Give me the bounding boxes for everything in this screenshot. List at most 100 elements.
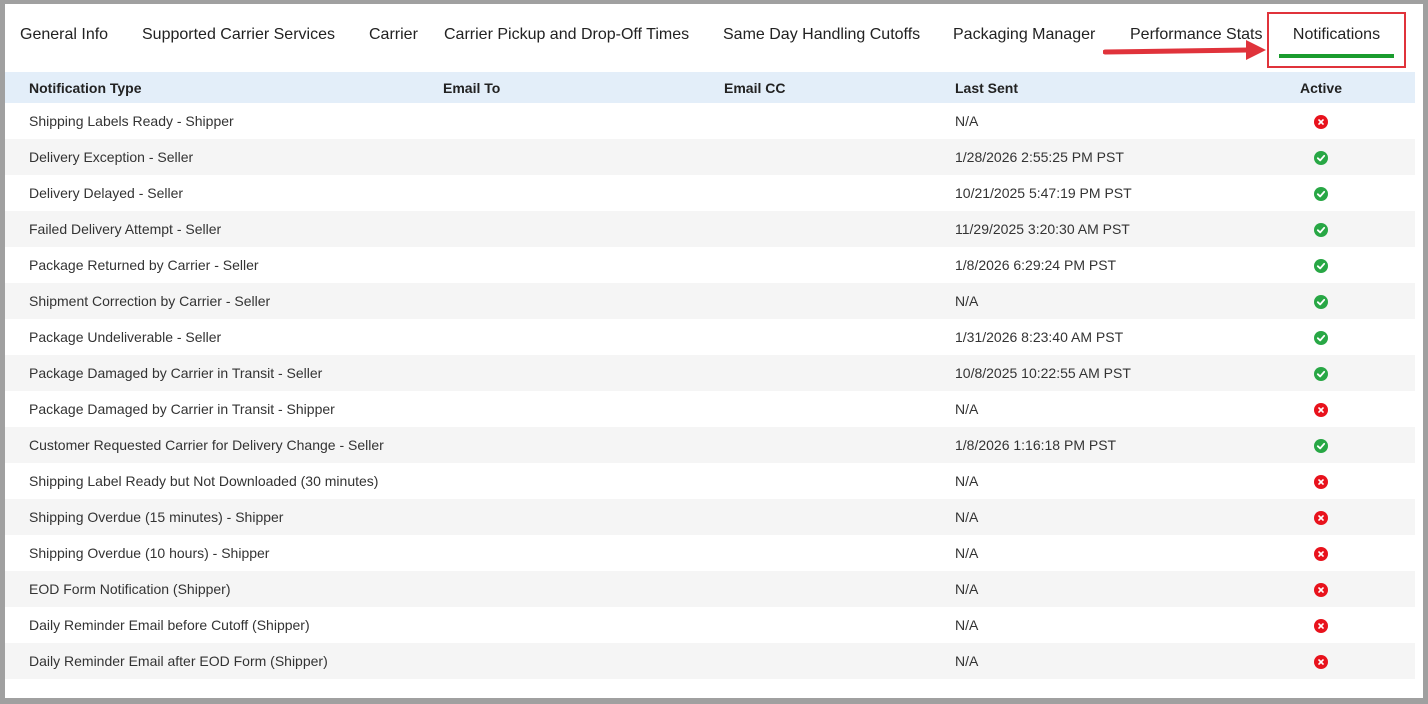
check-circle-icon[interactable]: [1314, 187, 1328, 202]
x-circle-icon[interactable]: [1314, 511, 1328, 526]
cell-email-to: [443, 643, 724, 679]
cell-active: [1227, 175, 1415, 211]
table-row[interactable]: Daily Reminder Email before Cutoff (Ship…: [5, 607, 1415, 643]
table-row[interactable]: Shipping Labels Ready - Shipper N/A: [5, 103, 1415, 139]
cell-email-cc: [724, 355, 955, 391]
cell-notification-type: Package Damaged by Carrier in Transit - …: [29, 401, 335, 417]
cell-email-cc: [724, 391, 955, 427]
cell-active: [1227, 535, 1415, 571]
header-email-cc: Email CC: [724, 79, 786, 96]
cell-notification-type: Delivery Exception - Seller: [29, 149, 194, 165]
cell-last-sent: N/A: [955, 113, 979, 129]
header-active: Active: [1299, 79, 1343, 96]
check-circle-icon[interactable]: [1314, 367, 1328, 382]
cell-notification-type: Shipping Label Ready but Not Downloaded …: [29, 473, 379, 489]
check-circle-icon[interactable]: [1314, 151, 1328, 166]
cell-email-cc: [724, 463, 955, 499]
check-circle-icon[interactable]: [1314, 259, 1328, 274]
table-row[interactable]: Customer Requested Carrier for Delivery …: [5, 427, 1415, 463]
cell-email-to: [443, 499, 724, 535]
cell-email-to: [443, 571, 724, 607]
cell-notification-type: Shipping Overdue (10 hours) - Shipper: [29, 545, 270, 561]
notifications-table: Notification Type Email To Email CC Last…: [5, 72, 1415, 679]
x-circle-icon[interactable]: [1314, 619, 1328, 634]
x-circle-icon[interactable]: [1314, 115, 1328, 130]
table-row[interactable]: EOD Form Notification (Shipper) N/A: [5, 571, 1415, 607]
cell-active: [1227, 355, 1415, 391]
x-circle-icon[interactable]: [1314, 547, 1328, 562]
cell-email-to: [443, 535, 724, 571]
check-circle-icon[interactable]: [1314, 295, 1328, 310]
check-circle-icon[interactable]: [1314, 439, 1328, 454]
tab-same-day-handling[interactable]: Same Day Handling Cutoffs: [723, 26, 920, 44]
table-row[interactable]: Daily Reminder Email after EOD Form (Shi…: [5, 643, 1415, 679]
cell-last-sent: N/A: [955, 581, 979, 597]
cell-active: [1227, 463, 1415, 499]
tab-bar: General Info Supported Carrier Services …: [5, 4, 1423, 72]
tab-packaging-manager[interactable]: Packaging Manager: [953, 26, 1095, 44]
header-email-to: Email To: [443, 79, 501, 96]
cell-email-to: [443, 463, 724, 499]
cell-notification-type: Shipment Correction by Carrier - Seller: [29, 293, 271, 309]
cell-active: [1227, 319, 1415, 355]
table-row[interactable]: Package Damaged by Carrier in Transit - …: [5, 355, 1415, 391]
table-row[interactable]: Delivery Exception - Seller 1/28/2026 2:5…: [5, 139, 1415, 175]
cell-notification-type: Shipping Labels Ready - Shipper: [29, 113, 234, 129]
cell-last-sent: 1/28/2026 2:55:25 PM PST: [955, 149, 1124, 165]
cell-email-cc: [724, 247, 955, 283]
cell-email-to: [443, 211, 724, 247]
table-row[interactable]: Package Undeliverable - Seller 1/31/2026 …: [5, 319, 1415, 355]
cell-active: [1227, 499, 1415, 535]
cell-active: [1227, 427, 1415, 463]
annotation-arrow-icon: [1103, 40, 1266, 60]
x-circle-icon[interactable]: [1314, 403, 1328, 418]
tab-notifications-label: Notifications: [1292, 26, 1381, 43]
tab-carrier[interactable]: Carrier: [369, 26, 418, 44]
x-circle-icon[interactable]: [1314, 583, 1328, 598]
table-row[interactable]: Delivery Delayed - Seller 10/21/2025 5:47…: [5, 175, 1415, 211]
table-row[interactable]: Package Returned by Carrier - Seller 1/8/…: [5, 247, 1415, 283]
app-frame: General Info Supported Carrier Services …: [5, 4, 1423, 698]
table-row[interactable]: Shipping Label Ready but Not Downloaded …: [5, 463, 1415, 499]
cell-active: [1227, 139, 1415, 175]
x-circle-icon[interactable]: [1314, 655, 1328, 670]
cell-email-to: [443, 607, 724, 643]
x-circle-icon[interactable]: [1314, 475, 1328, 490]
cell-email-cc: [724, 535, 955, 571]
cell-email-cc: [724, 139, 955, 175]
cell-email-to: [443, 355, 724, 391]
cell-email-cc: [724, 319, 955, 355]
table-row[interactable]: Shipment Correction by Carrier - Seller N…: [5, 283, 1415, 319]
table-row[interactable]: Failed Delivery Attempt - Seller 11/29/20…: [5, 211, 1415, 247]
cell-notification-type: Package Undeliverable - Seller: [29, 329, 222, 345]
cell-notification-type: Delivery Delayed - Seller: [29, 185, 184, 201]
tab-supported-carrier-services[interactable]: Supported Carrier Services: [142, 26, 335, 44]
check-circle-icon[interactable]: [1314, 223, 1328, 238]
cell-email-to: [443, 139, 724, 175]
cell-last-sent: 1/31/2026 8:23:40 AM PST: [955, 329, 1124, 345]
cell-last-sent: 10/21/2025 5:47:19 PM PST: [955, 185, 1132, 201]
header-last-sent: Last Sent: [955, 79, 1019, 96]
cell-email-cc: [724, 643, 955, 679]
cell-email-cc: [724, 211, 955, 247]
cell-active: [1227, 247, 1415, 283]
tab-general-info[interactable]: General Info: [20, 26, 108, 44]
cell-email-cc: [724, 571, 955, 607]
cell-notification-type: Daily Reminder Email after EOD Form (Shi…: [29, 653, 328, 669]
cell-active: [1227, 571, 1415, 607]
cell-notification-type: Failed Delivery Attempt - Seller: [29, 221, 222, 237]
cell-last-sent: 11/29/2025 3:20:30 AM PST: [955, 221, 1130, 237]
tab-carrier-pickup-dropoff[interactable]: Carrier Pickup and Drop-Off Times: [444, 26, 689, 44]
cell-last-sent: N/A: [955, 545, 979, 561]
active-tab-underline: [1279, 54, 1394, 58]
table-row[interactable]: Shipping Overdue (15 minutes) - Shipper N…: [5, 499, 1415, 535]
cell-email-to: [443, 391, 724, 427]
table-row[interactable]: Package Damaged by Carrier in Transit - …: [5, 391, 1415, 427]
cell-email-cc: [724, 283, 955, 319]
cell-email-to: [443, 319, 724, 355]
tab-notifications[interactable]: Notifications: [1267, 12, 1406, 68]
check-circle-icon[interactable]: [1314, 331, 1328, 346]
cell-notification-type: Customer Requested Carrier for Delivery …: [29, 437, 384, 453]
cell-active: [1227, 391, 1415, 427]
table-row[interactable]: Shipping Overdue (10 hours) - Shipper N/A: [5, 535, 1415, 571]
